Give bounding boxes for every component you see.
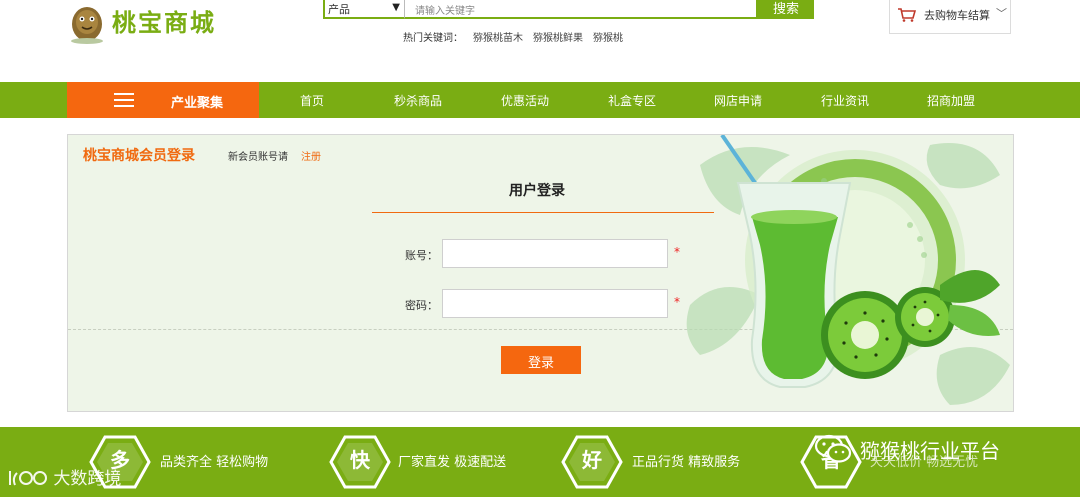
shopping-cart-icon — [898, 8, 916, 22]
login-heading: 用户登录 — [509, 183, 565, 199]
kiwi-juice-illustration — [686, 135, 1010, 405]
account-label: 账号： — [405, 249, 438, 262]
category-menu-label: 产业聚集 — [171, 96, 224, 111]
caret-down-icon: ▼ — [392, 2, 400, 13]
kiwi-mascot-icon — [71, 7, 103, 44]
new-member-text: 新会员账号请 — [228, 152, 288, 163]
feature-text: 正品行货 精致服务 — [632, 455, 741, 470]
nav-item-news[interactable]: 行业资讯 — [821, 92, 869, 109]
required-mark: * — [674, 295, 680, 309]
category-menu-button[interactable]: 产业聚集 — [67, 82, 259, 118]
required-mark: * — [674, 245, 680, 259]
feature-text: 厂家直发 极速配送 — [398, 455, 507, 470]
feature-text: 品类齐全 轻松购物 — [160, 455, 269, 470]
password-input[interactable] — [442, 289, 668, 318]
hot-keyword-link[interactable]: 猕猴桃 — [593, 29, 623, 44]
nav-item-promotions[interactable]: 优惠活动 — [501, 92, 549, 109]
search-input[interactable]: 请输入关键字 — [404, 0, 758, 19]
login-button[interactable]: 登录 — [501, 346, 581, 374]
search-category-value: 产品 — [328, 3, 350, 16]
watermark-left-text: 大数跨境 — [53, 469, 122, 489]
hot-keyword-link[interactable]: 猕猴桃鲜果 — [533, 29, 583, 44]
search-bar: 产品 ▼ 请输入关键字 搜索 — [323, 0, 814, 19]
watermark-logo-icon — [9, 471, 47, 486]
hot-keywords: 热门关键词： 猕猴桃苗木 猕猴桃鲜果 猕猴桃 — [403, 29, 623, 44]
nav-item-home[interactable]: 首页 — [300, 92, 324, 109]
search-placeholder: 请输入关键字 — [415, 6, 475, 17]
watermark-left: 大数跨境 — [8, 464, 121, 489]
search-category-select[interactable]: 产品 ▼ — [323, 0, 404, 19]
search-button[interactable]: 搜索 — [758, 0, 814, 19]
heading-underline — [372, 212, 714, 213]
chevron-down-icon: ﹀ — [996, 7, 1007, 20]
wechat-icon — [814, 434, 852, 463]
hamburger-icon — [114, 93, 134, 107]
password-label: 密码： — [405, 299, 438, 312]
watermark-right: 猕猴桃行业平台 — [810, 432, 1055, 464]
logo-text: 桃宝商城 — [112, 8, 216, 37]
nav-item-franchise[interactable]: 招商加盟 — [927, 92, 975, 109]
hot-keyword-link[interactable]: 猕猴桃苗木 — [473, 29, 523, 44]
register-link[interactable]: 注册 — [301, 148, 321, 163]
nav-item-gift-boxes[interactable]: 礼盒专区 — [608, 92, 656, 109]
nav-item-flash-sale[interactable]: 秒杀商品 — [394, 92, 442, 109]
main-nav: 产业聚集 首页 秒杀商品 优惠活动 礼盒专区 网店申请 行业资讯 招商加盟 — [0, 82, 1080, 118]
login-panel: 桃宝商城会员登录 新会员账号请 注册 用户登录 账号： * 密码： * 登录 — [67, 134, 1014, 412]
site-logo[interactable]: 桃宝商城 — [64, 0, 254, 50]
badge-char: 好 — [582, 448, 602, 472]
cart-button[interactable]: 去购物车结算 ﹀ — [889, 0, 1011, 34]
hot-keywords-label: 热门关键词： — [403, 33, 463, 44]
badge-char: 快 — [350, 448, 370, 472]
account-input[interactable] — [442, 239, 668, 268]
panel-title: 桃宝商城会员登录 — [83, 148, 195, 164]
cart-label: 去购物车结算 — [924, 9, 990, 22]
watermark-right-text: 猕猴桃行业平台 — [860, 439, 1000, 463]
nav-item-shop-apply[interactable]: 网店申请 — [714, 92, 762, 109]
